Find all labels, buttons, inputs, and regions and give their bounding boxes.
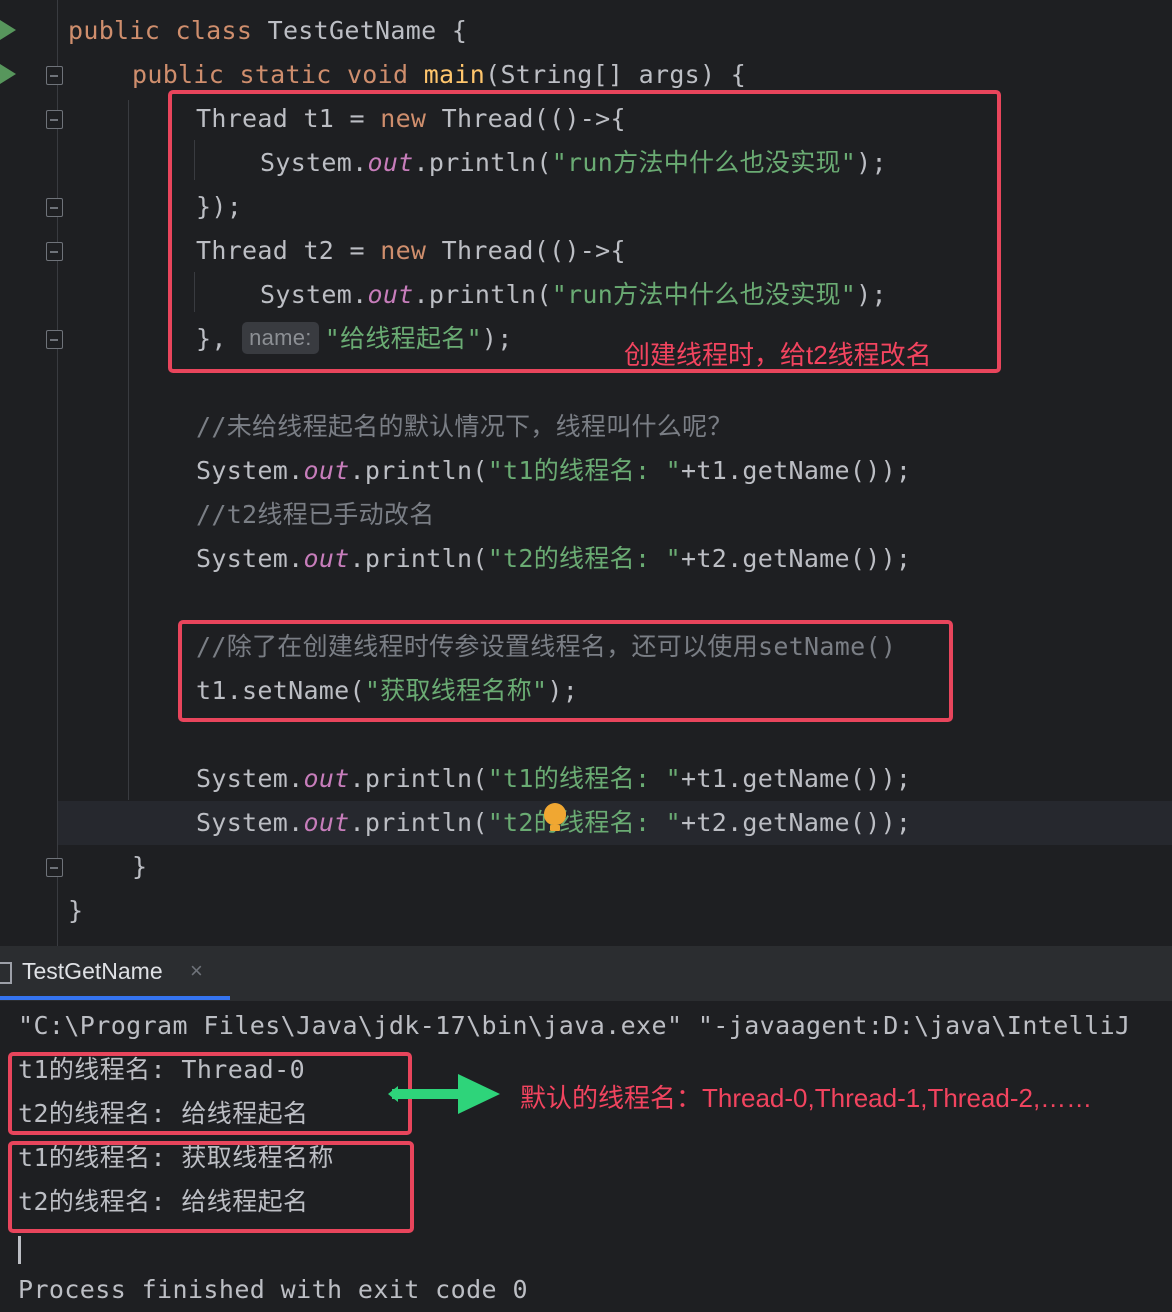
tab-icon: [0, 962, 12, 984]
run-tab-bar: TestGetName ×: [0, 946, 1172, 1002]
highlight-box-thread-creation: [168, 90, 1001, 373]
arrow-icon: [392, 1089, 460, 1099]
console-cursor: [18, 1236, 21, 1264]
fold-icon[interactable]: [46, 330, 63, 349]
code-line[interactable]: }: [132, 845, 147, 889]
code-line[interactable]: public class TestGetName {: [68, 9, 467, 53]
code-editor[interactable]: public class TestGetName { public static…: [0, 0, 1172, 946]
tab-testgetname[interactable]: TestGetName ×: [0, 946, 230, 1002]
indent-guide: [128, 100, 129, 800]
highlight-box-default-output: [8, 1052, 412, 1135]
annotation-default-names: 默认的线程名：Thread-0,Thread-1,Thread-2,……: [520, 1083, 1093, 1113]
console-line-exit: Process finished with exit code 0: [18, 1275, 528, 1304]
console-line-command: "C:\Program Files\Java\jdk-17\bin\java.e…: [18, 1011, 1131, 1040]
code-line[interactable]: System.out.println("t1的线程名: "+t1.getName…: [196, 449, 911, 493]
highlight-box-renamed-output: [8, 1141, 414, 1233]
annotation-thread-creation: 创建线程时，给t2线程改名: [624, 340, 932, 370]
highlight-box-setname: [178, 620, 953, 722]
tab-label: TestGetName: [22, 958, 163, 984]
tab-active-indicator: [0, 996, 230, 1000]
fold-icon[interactable]: [46, 858, 63, 877]
code-line[interactable]: System.out.println("t2的线程名: "+t2.getName…: [196, 537, 911, 581]
fold-icon[interactable]: [46, 110, 63, 129]
code-comment[interactable]: //未给线程起名的默认情况下，线程叫什么呢？: [196, 405, 733, 449]
code-line[interactable]: }: [68, 889, 83, 933]
fold-icon[interactable]: [46, 198, 63, 217]
run-class-icon[interactable]: [0, 20, 16, 40]
close-icon[interactable]: ×: [190, 958, 203, 984]
fold-icon[interactable]: [46, 242, 63, 261]
code-line[interactable]: System.out.println("t1的线程名: "+t1.getName…: [196, 757, 911, 801]
editor-gutter: [0, 0, 58, 946]
code-comment[interactable]: //t2线程已手动改名: [196, 493, 435, 537]
run-main-icon[interactable]: [0, 64, 16, 84]
fold-icon[interactable]: [46, 66, 63, 85]
bulb-icon[interactable]: [544, 803, 566, 831]
arrow-icon: [458, 1074, 500, 1114]
